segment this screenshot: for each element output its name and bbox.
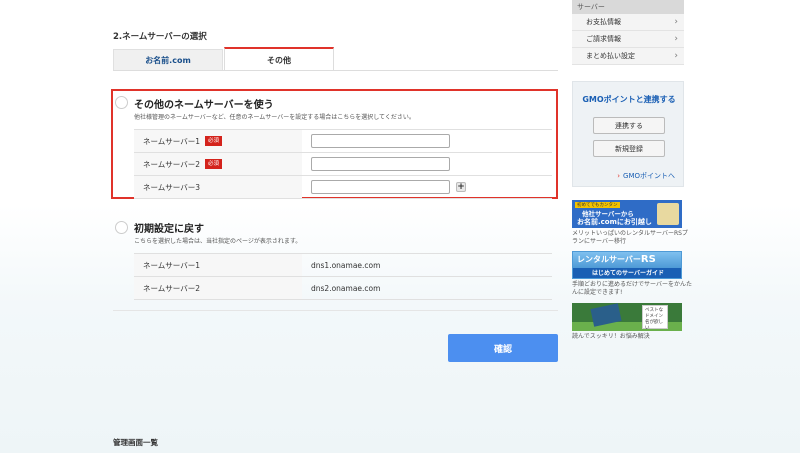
- nameserver-3-input[interactable]: [311, 180, 450, 194]
- gmo-point-panel: GMOポイントと連携する 連携する 新規登録 › GMOポイントへ: [572, 81, 684, 187]
- nameserver-value: dns1.onamae.com: [311, 260, 381, 270]
- box-illustration-icon: [657, 203, 679, 225]
- required-badge: 必須: [204, 159, 222, 169]
- arrow-right-icon: ›: [617, 172, 621, 180]
- chevron-right-icon: ›: [674, 51, 678, 61]
- sidebar-item-payment-info[interactable]: お支払情報 ›: [572, 14, 684, 31]
- table-row: ネームサーバー2 必須: [134, 153, 552, 176]
- banner-line1-suffix: RS: [640, 254, 656, 265]
- nameserver-label: ネームサーバー2 必須: [134, 153, 302, 175]
- sidebar-item-billing-info[interactable]: ご請求情報 ›: [572, 31, 684, 48]
- chevron-right-icon: ›: [674, 34, 678, 44]
- sidebar-heading: サーバー: [572, 0, 684, 14]
- option-default-description: こちらを選択した場合は、当社指定のページが表示されます。: [134, 238, 302, 245]
- chevron-right-icon: ›: [674, 17, 678, 27]
- sidebar-item-label: お支払情報: [586, 18, 621, 26]
- option-other-title: その他のネームサーバーを使う: [134, 100, 274, 111]
- gmo-register-button[interactable]: 新規登録: [593, 140, 665, 157]
- sidebar-item-label: ご請求情報: [586, 35, 621, 43]
- banner-rental-server-guide[interactable]: レンタルサーバーRS はじめてのサーバーガイド: [572, 251, 682, 279]
- banner-line2: お名前.comにお引越し: [577, 218, 652, 226]
- nameserver-1-label: ネームサーバー1: [143, 136, 200, 146]
- footer-title: 管理画面一覧: [113, 438, 158, 447]
- banner-caption: メリットいっぱいのレンタルサーバーRSプランにサーバー移行: [572, 230, 688, 245]
- gmo-point-link[interactable]: › GMOポイントへ: [617, 171, 675, 181]
- add-nameserver-button[interactable]: +: [456, 182, 466, 192]
- nameserver-tabs: お名前.com その他: [113, 47, 558, 71]
- banner-caption: 手順どおりに進めるだけでサーバーをかんたんに設定できます!: [572, 281, 692, 296]
- option-default-title: 初期設定に戻す: [134, 224, 204, 235]
- nameserver-value: dns2.onamae.com: [311, 283, 381, 293]
- option-other-description: 他社様管理のネームサーバーなど、任意のネームサーバーを設定する場合はこちらを選択…: [134, 114, 415, 121]
- banner-card: ベストなドメイン名が欲しい: [642, 305, 668, 331]
- tab-onamae[interactable]: お名前.com: [113, 49, 223, 71]
- sidebar-menu: サーバー お支払情報 › ご請求情報 › まとめ払い設定 ›: [572, 0, 684, 65]
- nameserver-2-label: ネームサーバー2: [143, 159, 200, 169]
- confirm-button[interactable]: 確認: [448, 334, 558, 362]
- default-nameserver-table: ネームサーバー1 dns1.onamae.com ネームサーバー2 dns2.o…: [134, 253, 552, 300]
- banner-server-migration[interactable]: 初めてでもカンタン 他社サーバーから お名前.comにお引越し: [572, 200, 682, 228]
- banner-line1-text: レンタルサーバー: [577, 255, 641, 264]
- section-divider: [113, 310, 558, 311]
- sidebar-item-label: まとめ払い設定: [586, 52, 635, 60]
- tab-divider: [113, 70, 558, 71]
- gmo-point-title: GMOポイントと連携する: [582, 95, 676, 104]
- table-row: ネームサーバー1 dns1.onamae.com: [134, 254, 552, 277]
- nameserver-3-label: ネームサーバー3: [143, 182, 200, 192]
- gmo-link-button[interactable]: 連携する: [593, 117, 665, 134]
- nameserver-1-input[interactable]: [311, 134, 450, 148]
- other-nameserver-table: ネームサーバー1 必須 ネームサーバー2 必須 ネームサーバー3 +: [134, 129, 552, 199]
- nameserver-label: ネームサーバー2: [134, 277, 302, 299]
- banner-line2: はじめてのサーバーガイド: [573, 268, 681, 278]
- table-row: ネームサーバー3 +: [134, 176, 552, 199]
- nameserver-label: ネームサーバー1: [134, 254, 302, 276]
- table-row: ネームサーバー2 dns2.onamae.com: [134, 277, 552, 300]
- nameserver-label: ネームサーバー1 必須: [134, 130, 302, 152]
- banner-line1: レンタルサーバーRS: [573, 252, 681, 268]
- sidebar-item-bulk-payment[interactable]: まとめ払い設定 ›: [572, 48, 684, 65]
- table-row: ネームサーバー1 必須: [134, 130, 552, 153]
- required-badge: 必須: [204, 136, 222, 146]
- nameserver-label: ネームサーバー3: [134, 176, 302, 198]
- banner-caption: 読んでスッキリ！お悩み解決: [572, 333, 650, 340]
- radio-other-nameserver[interactable]: [115, 96, 128, 109]
- banner-domain-column[interactable]: ベストなドメイン名が欲しい: [572, 303, 682, 331]
- nameserver-2-input[interactable]: [311, 157, 450, 171]
- tab-other[interactable]: その他: [224, 47, 334, 71]
- section-title: 2.ネームサーバーの選択: [113, 32, 207, 42]
- gmo-point-link-label: GMOポイントへ: [623, 172, 675, 180]
- radio-default-nameserver[interactable]: [115, 221, 128, 234]
